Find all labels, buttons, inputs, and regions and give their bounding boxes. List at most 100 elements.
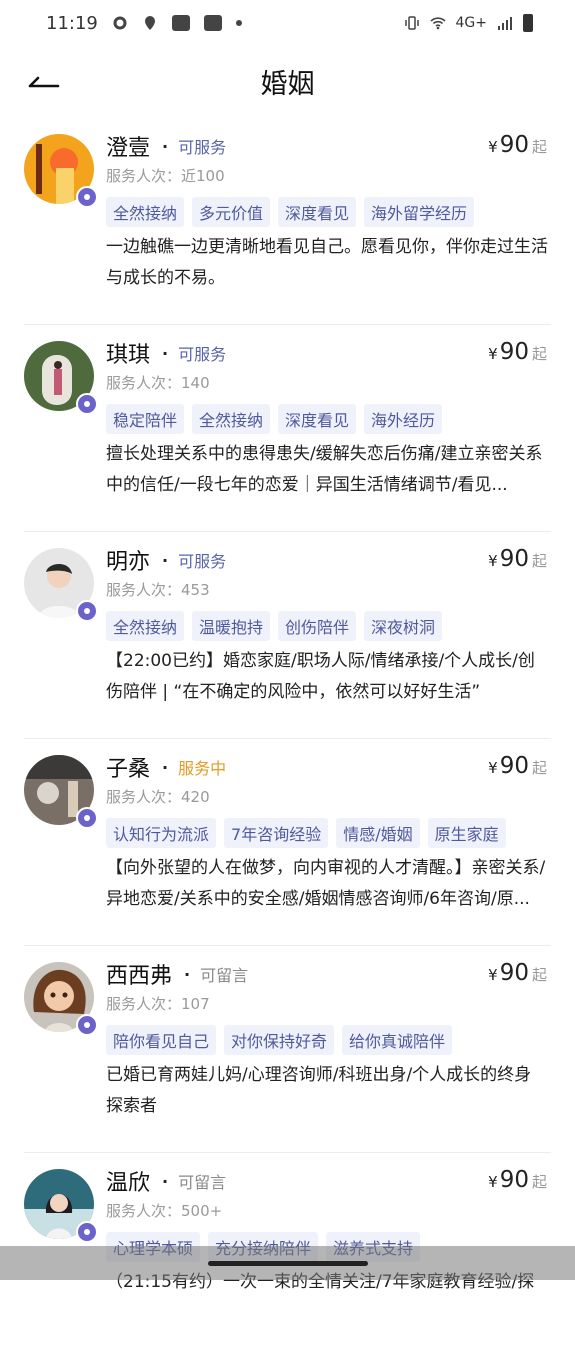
price: ¥ 90 起	[488, 546, 547, 572]
description: 【22:00已约】婚恋家庭/职场人际/情绪承接/个人成长/创伤陪伴 | “在不确…	[106, 651, 535, 702]
separator-dot: ·	[184, 964, 191, 984]
status-label: 可服务	[178, 345, 227, 364]
price-value: 90	[499, 132, 529, 158]
counselor-card[interactable]: 澄壹 · 可服务 ¥ 90 起 服务人次：近100 全然接纳 多元价值 深度看见…	[24, 118, 551, 325]
verified-badge-icon	[76, 1014, 98, 1036]
service-count: 服务人次：近100	[106, 167, 225, 185]
tag-list: 全然接纳 温暖抱持 创伤陪伴 深夜树洞	[106, 611, 443, 641]
price-value: 90	[499, 339, 529, 365]
description: 擅长处理关系中的患得患失/缓解失恋后伤痛/建立亲密关系中的信任/一段七年的恋爱｜…	[106, 444, 543, 495]
description: 【向外张望的人在做梦，向内审视的人才清醒。】亲密关系/异地恋爱/关系中的安全感/…	[106, 858, 546, 909]
service-count: 服务人次：500+	[106, 1202, 223, 1220]
currency-symbol: ¥	[488, 345, 498, 363]
counselor-name: 明亦	[106, 550, 151, 575]
price-suffix: 起	[531, 966, 547, 984]
tag: 稳定陪伴	[106, 404, 185, 434]
price-suffix: 起	[531, 552, 547, 570]
separator-dot: ·	[162, 757, 169, 777]
price-suffix: 起	[531, 138, 547, 156]
status-label: 可留言	[200, 966, 249, 985]
service-count: 服务人次：107	[106, 995, 210, 1013]
currency-symbol: ¥	[488, 138, 498, 156]
verified-badge-icon	[76, 807, 98, 829]
tag: 原生家庭	[427, 818, 506, 848]
currency-symbol: ¥	[488, 1173, 498, 1191]
price-value: 90	[499, 753, 529, 779]
price-value: 90	[499, 1167, 529, 1193]
price: ¥ 90 起	[488, 753, 547, 779]
description: 一边触礁一边更清晰地看见自己。愿看见你，伴你走过生活与成长的不易。	[106, 237, 548, 288]
tag: 全然接纳	[192, 404, 271, 434]
name-row: 子桑 · 服务中	[106, 751, 226, 783]
service-count: 服务人次：453	[106, 581, 210, 599]
tag-list: 陪你看见自己 对你保持好奇 给你真诚陪伴	[106, 1025, 453, 1055]
status-label: 服务中	[178, 759, 227, 778]
price: ¥ 90 起	[488, 132, 547, 158]
app-notification-icon-2	[203, 15, 222, 31]
vibrate-icon	[404, 16, 419, 30]
tag: 给你真诚陪伴	[342, 1025, 453, 1055]
verified-badge-icon	[76, 393, 98, 415]
network-type: 4G+	[455, 15, 488, 31]
header: 婚姻	[0, 46, 575, 116]
tag: 创伤陪伴	[278, 611, 357, 641]
tag: 全然接纳	[106, 611, 185, 641]
service-count: 服务人次：140	[106, 374, 210, 392]
verified-badge-icon	[76, 600, 98, 622]
tag: 温暖抱持	[192, 611, 271, 641]
service-count: 服务人次：420	[106, 788, 210, 806]
name-row: 明亦 · 可服务	[106, 544, 226, 576]
tag: 情感/婚姻	[336, 818, 420, 848]
tag: 陪你看见自己	[106, 1025, 217, 1055]
price-value: 90	[499, 546, 529, 572]
app-notification-icon	[171, 15, 190, 31]
separator-dot: ·	[162, 550, 169, 570]
name-row: 西西弗 · 可留言	[106, 958, 248, 990]
currency-symbol: ¥	[488, 759, 498, 777]
page-title: 婚姻	[260, 68, 315, 100]
tag: 海外经历	[364, 404, 443, 434]
settings-icon	[113, 16, 127, 30]
separator-dot: ·	[162, 343, 169, 363]
currency-symbol: ¥	[488, 552, 498, 570]
counselor-name: 子桑	[106, 757, 151, 782]
tag: 全然接纳	[106, 197, 185, 227]
counselor-name: 温欣	[106, 1171, 151, 1196]
verified-badge-icon	[76, 186, 98, 208]
tag: 海外留学经历	[364, 197, 475, 227]
tag: 深度看见	[278, 404, 357, 434]
home-gesture-handle[interactable]	[208, 1261, 368, 1266]
counselor-name: 西西弗	[106, 964, 173, 989]
status-label: 可服务	[178, 552, 227, 571]
name-row: 澄壹 · 可服务	[106, 130, 226, 162]
price: ¥ 90 起	[488, 339, 547, 365]
price-value: 90	[499, 960, 529, 986]
separator-dot: ·	[162, 1171, 169, 1191]
counselor-card[interactable]: 明亦 · 可服务 ¥ 90 起 服务人次：453 全然接纳 温暖抱持 创伤陪伴 …	[24, 532, 551, 739]
tag: 认知行为流派	[106, 818, 217, 848]
status-time: 11:19	[46, 12, 98, 34]
tag: 深度看见	[278, 197, 357, 227]
price-suffix: 起	[531, 1173, 547, 1191]
back-arrow-icon[interactable]	[26, 64, 62, 94]
more-notifications-icon	[235, 20, 242, 26]
price-suffix: 起	[531, 759, 547, 777]
counselor-card[interactable]: 琪琪 · 可服务 ¥ 90 起 服务人次：140 稳定陪伴 全然接纳 深度看见 …	[24, 325, 551, 532]
wifi-icon	[429, 17, 446, 30]
name-row: 琪琪 · 可服务	[106, 337, 226, 369]
price: ¥ 90 起	[488, 960, 547, 986]
battery-icon	[523, 14, 533, 32]
separator-dot: ·	[162, 136, 169, 156]
counselor-list: 澄壹 · 可服务 ¥ 90 起 服务人次：近100 全然接纳 多元价值 深度看见…	[0, 118, 575, 1359]
verified-badge-icon	[76, 1221, 98, 1243]
counselor-card[interactable]: 子桑 · 服务中 ¥ 90 起 服务人次：420 认知行为流派 7年咨询经验 情…	[24, 739, 551, 946]
description: 已婚已育两娃儿妈/心理咨询师/科班出身/个人成长的终身探索者	[106, 1065, 532, 1116]
currency-symbol: ¥	[488, 966, 498, 984]
counselor-name: 澄壹	[106, 136, 151, 161]
signal-icon	[498, 17, 512, 30]
counselor-card[interactable]: 西西弗 · 可留言 ¥ 90 起 服务人次：107 陪你看见自己 对你保持好奇 …	[24, 946, 551, 1153]
price-suffix: 起	[531, 345, 547, 363]
status-label: 可留言	[178, 1173, 227, 1192]
tag: 多元价值	[192, 197, 271, 227]
price: ¥ 90 起	[488, 1167, 547, 1193]
